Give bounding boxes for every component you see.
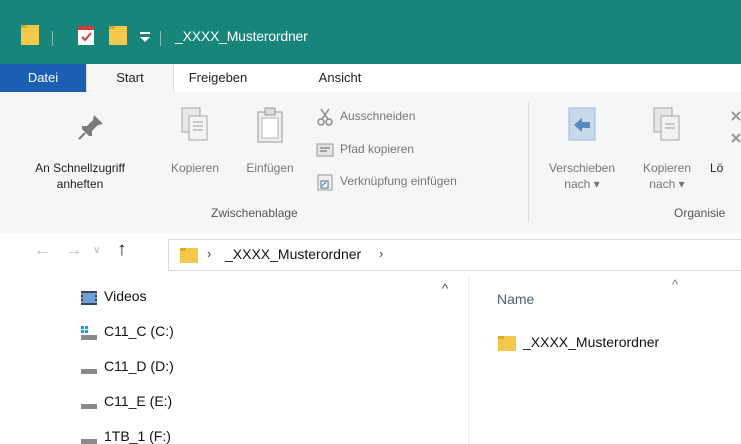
scissors-icon [317, 108, 333, 126]
drive-icon [81, 404, 97, 409]
customize-dropdown-icon[interactable] [138, 30, 152, 44]
group-separator [528, 102, 529, 222]
copy-to-icon [653, 107, 680, 141]
new-folder-icon[interactable] [108, 23, 128, 47]
paste-button[interactable]: Einfügen [233, 92, 307, 202]
recent-locations-button[interactable]: ∨ [93, 245, 100, 256]
title-separator [52, 31, 53, 46]
copy-path-label: Pfad kopieren [340, 142, 415, 156]
nav-item-label: C11_D (D:) [104, 358, 174, 374]
folder-icon [21, 25, 39, 45]
delete-button[interactable]: Lö [704, 92, 741, 202]
move-to-label-line1: Verschieben [548, 161, 616, 175]
title-separator [160, 31, 161, 46]
folder-icon [498, 336, 516, 351]
up-button[interactable]: ↑ [117, 239, 127, 261]
scroll-up-icon[interactable]: ^ [442, 281, 448, 296]
nav-item-label: 1TB_1 (F:) [104, 428, 171, 444]
paste-icon [257, 107, 283, 143]
pin-to-quick-access-button[interactable]: An Schnellzugriff anheften [0, 92, 160, 202]
address-row: ← → ∨ ↑ › _XXXX_Musterordner › [0, 233, 741, 275]
breadcrumb-separator[interactable]: › [379, 246, 383, 261]
paste-shortcut-icon [317, 174, 333, 191]
copy-path-icon [316, 143, 334, 157]
forward-button[interactable]: → [66, 242, 82, 260]
paste-shortcut-label: Verknüpfung einfügen [340, 174, 457, 188]
delete-icon [731, 111, 741, 143]
move-to-button[interactable]: Verschieben nach ▾ [534, 92, 630, 202]
explorer-window: _XXXX_Musterordner Datei Start Freigeben… [0, 0, 741, 444]
tab-view[interactable]: Ansicht [300, 64, 380, 92]
paste-label: Einfügen [246, 161, 294, 175]
videos-icon [81, 291, 97, 305]
copy-path-button[interactable]: Pfad kopieren [314, 139, 514, 161]
address-bar[interactable]: › _XXXX_Musterordner › [168, 239, 741, 271]
back-button[interactable]: ← [34, 242, 50, 260]
copy-to-label-line2: nach ▾ [649, 177, 685, 191]
paste-shortcut-button[interactable]: Verknüpfung einfügen [314, 171, 524, 193]
system-drive-icon [81, 326, 97, 340]
ribbon-tabs: Datei Start Freigeben Ansicht [0, 64, 741, 92]
drive-icon [81, 439, 97, 444]
column-header-name[interactable]: Name [497, 291, 534, 307]
cut-label: Ausschneiden [340, 109, 416, 123]
breadcrumb-folder[interactable]: _XXXX_Musterordner [225, 246, 361, 262]
file-list: ^ Name _XXXX_Musterordner [469, 275, 741, 444]
ribbon: An Schnellzugriff anheften Kopieren Einf… [0, 92, 741, 234]
copy-to-label-line1: Kopieren [642, 161, 692, 175]
tab-start[interactable]: Start [86, 64, 174, 92]
nav-item-label: C11_E (E:) [104, 393, 173, 409]
tab-file[interactable]: Datei [0, 64, 86, 92]
sort-ascending-icon: ^ [672, 277, 679, 292]
copy-button[interactable]: Kopieren [160, 92, 230, 202]
folder-icon [180, 248, 198, 263]
delete-label: Lö [710, 161, 724, 175]
cut-button[interactable]: Ausschneiden [314, 106, 514, 128]
title-bar: _XXXX_Musterordner [0, 0, 741, 64]
copy-label: Kopieren [170, 161, 220, 175]
pin-label-line2: anheften [56, 177, 104, 191]
navigation-pane: ^ Videos C11_C (C:) C11_D (D:) C11_E (E:… [0, 275, 468, 444]
pin-label-line1: An Schnellzugriff [35, 161, 125, 175]
move-to-icon [568, 107, 596, 141]
tab-share[interactable]: Freigeben [173, 64, 263, 92]
copy-to-button[interactable]: Kopieren nach ▾ [632, 92, 702, 202]
file-name: _XXXX_Musterordner [523, 334, 660, 350]
organize-group-label: Organisie [674, 206, 726, 220]
properties-checkmark-icon[interactable] [76, 23, 96, 47]
nav-item-label: C11_C (C:) [104, 323, 174, 339]
breadcrumb-separator[interactable]: › [207, 246, 211, 261]
drive-icon [81, 369, 97, 374]
window-title: _XXXX_Musterordner [175, 28, 308, 44]
clipboard-group-label: Zwischenablage [211, 206, 298, 220]
move-to-label-line2: nach ▾ [564, 177, 600, 191]
copy-icon [181, 107, 208, 141]
pin-icon [78, 115, 103, 140]
nav-item-label: Videos [104, 288, 147, 304]
